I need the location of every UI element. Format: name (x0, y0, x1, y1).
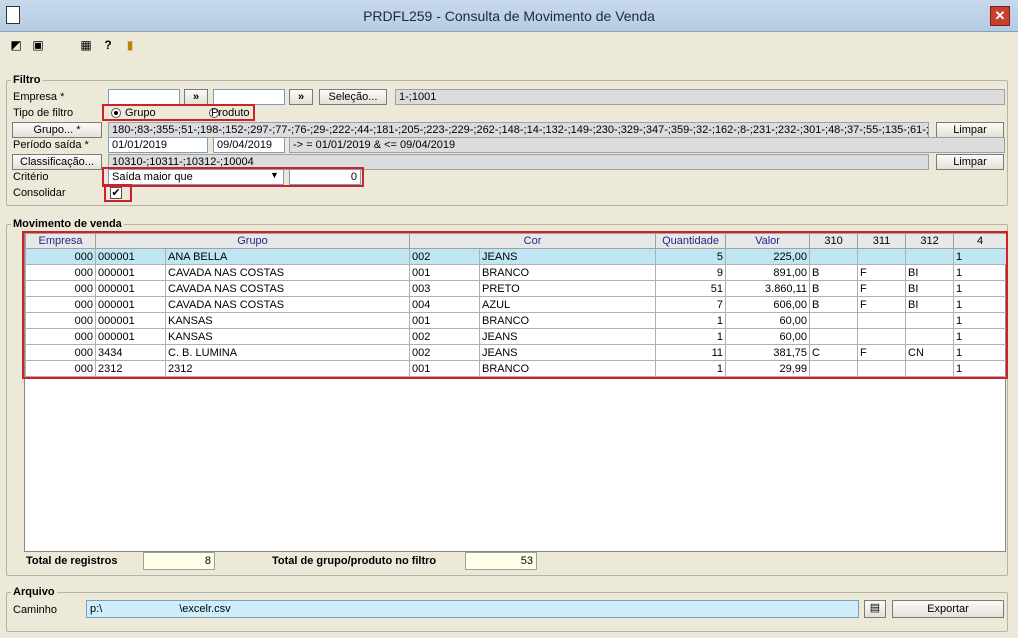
selecao-button[interactable]: Seleção... (319, 89, 387, 105)
windows-icon[interactable]: ▣ (30, 38, 46, 52)
consolidar-label: Consolidar (13, 187, 66, 199)
grupo-button[interactable]: Grupo... * (12, 122, 102, 138)
caminho-label: Caminho (13, 604, 58, 616)
total-registros-label: Total de registros (26, 555, 118, 567)
selecao-display: 1-;1001 (395, 89, 1005, 105)
criterio-number-input[interactable]: 0 (289, 169, 361, 185)
exportar-button[interactable]: Exportar (892, 600, 1004, 618)
periodo-label: Período saída * (13, 139, 89, 151)
empresa-lookup-button-2[interactable]: » (289, 89, 313, 105)
exit-door-icon[interactable]: ▮ (122, 38, 138, 52)
periodo-expression: -> = 01/01/2019 & <= 09/04/2019 (289, 137, 1005, 153)
criterio-select[interactable]: Saída maior que (108, 169, 284, 185)
window-title: PRDFL259 - Consulta de Movimento de Vend… (363, 8, 655, 24)
empresa-label: Empresa * (13, 91, 65, 103)
grid-icon[interactable]: ▦ (78, 38, 94, 52)
empresa-lookup-button[interactable]: » (184, 89, 208, 105)
limpar-classificacao-button[interactable]: Limpar (936, 154, 1004, 170)
empresa-input-2[interactable] (213, 89, 285, 105)
total-registros-value: 8 (143, 552, 215, 570)
limpar-grupo-button[interactable]: Limpar (936, 122, 1004, 138)
close-button[interactable]: ✕ (990, 6, 1010, 26)
help-icon[interactable]: ? (100, 38, 116, 52)
classificacao-button[interactable]: Classificação... (12, 154, 102, 170)
arquivo-legend: Arquivo (11, 586, 57, 598)
total-grupo-label: Total de grupo/produto no filtro (272, 555, 437, 567)
browse-folder-icon[interactable]: ▤ (864, 600, 886, 618)
total-grupo-value: 53 (465, 552, 537, 570)
filtro-legend: Filtro (11, 74, 43, 86)
tipo-filtro-label: Tipo de filtro (13, 107, 74, 119)
consolidar-checkbox[interactable]: ✔ (110, 187, 122, 199)
tipo-produto-label: Produto (211, 107, 250, 119)
periodo-fim-input[interactable]: 09/04/2019 (213, 137, 285, 153)
caminho-input[interactable]: p:\ \excelr.csv (86, 600, 859, 618)
tipo-grupo-radio[interactable] (111, 108, 121, 118)
periodo-inicio-input[interactable]: 01/01/2019 (108, 137, 208, 153)
tipo-grupo-label: Grupo (125, 107, 156, 119)
empresa-input[interactable] (108, 89, 180, 105)
chevron-down-icon[interactable]: ▼ (270, 170, 279, 180)
criterio-label: Critério (13, 171, 49, 183)
grid-highlight (22, 231, 1008, 379)
arrow-icon[interactable]: ◩ (8, 38, 24, 52)
grupo-display: 180-;83-;355-;51-;198-;152-;297-;77-;76-… (108, 122, 929, 138)
movimento-legend: Movimento de venda (11, 218, 124, 230)
